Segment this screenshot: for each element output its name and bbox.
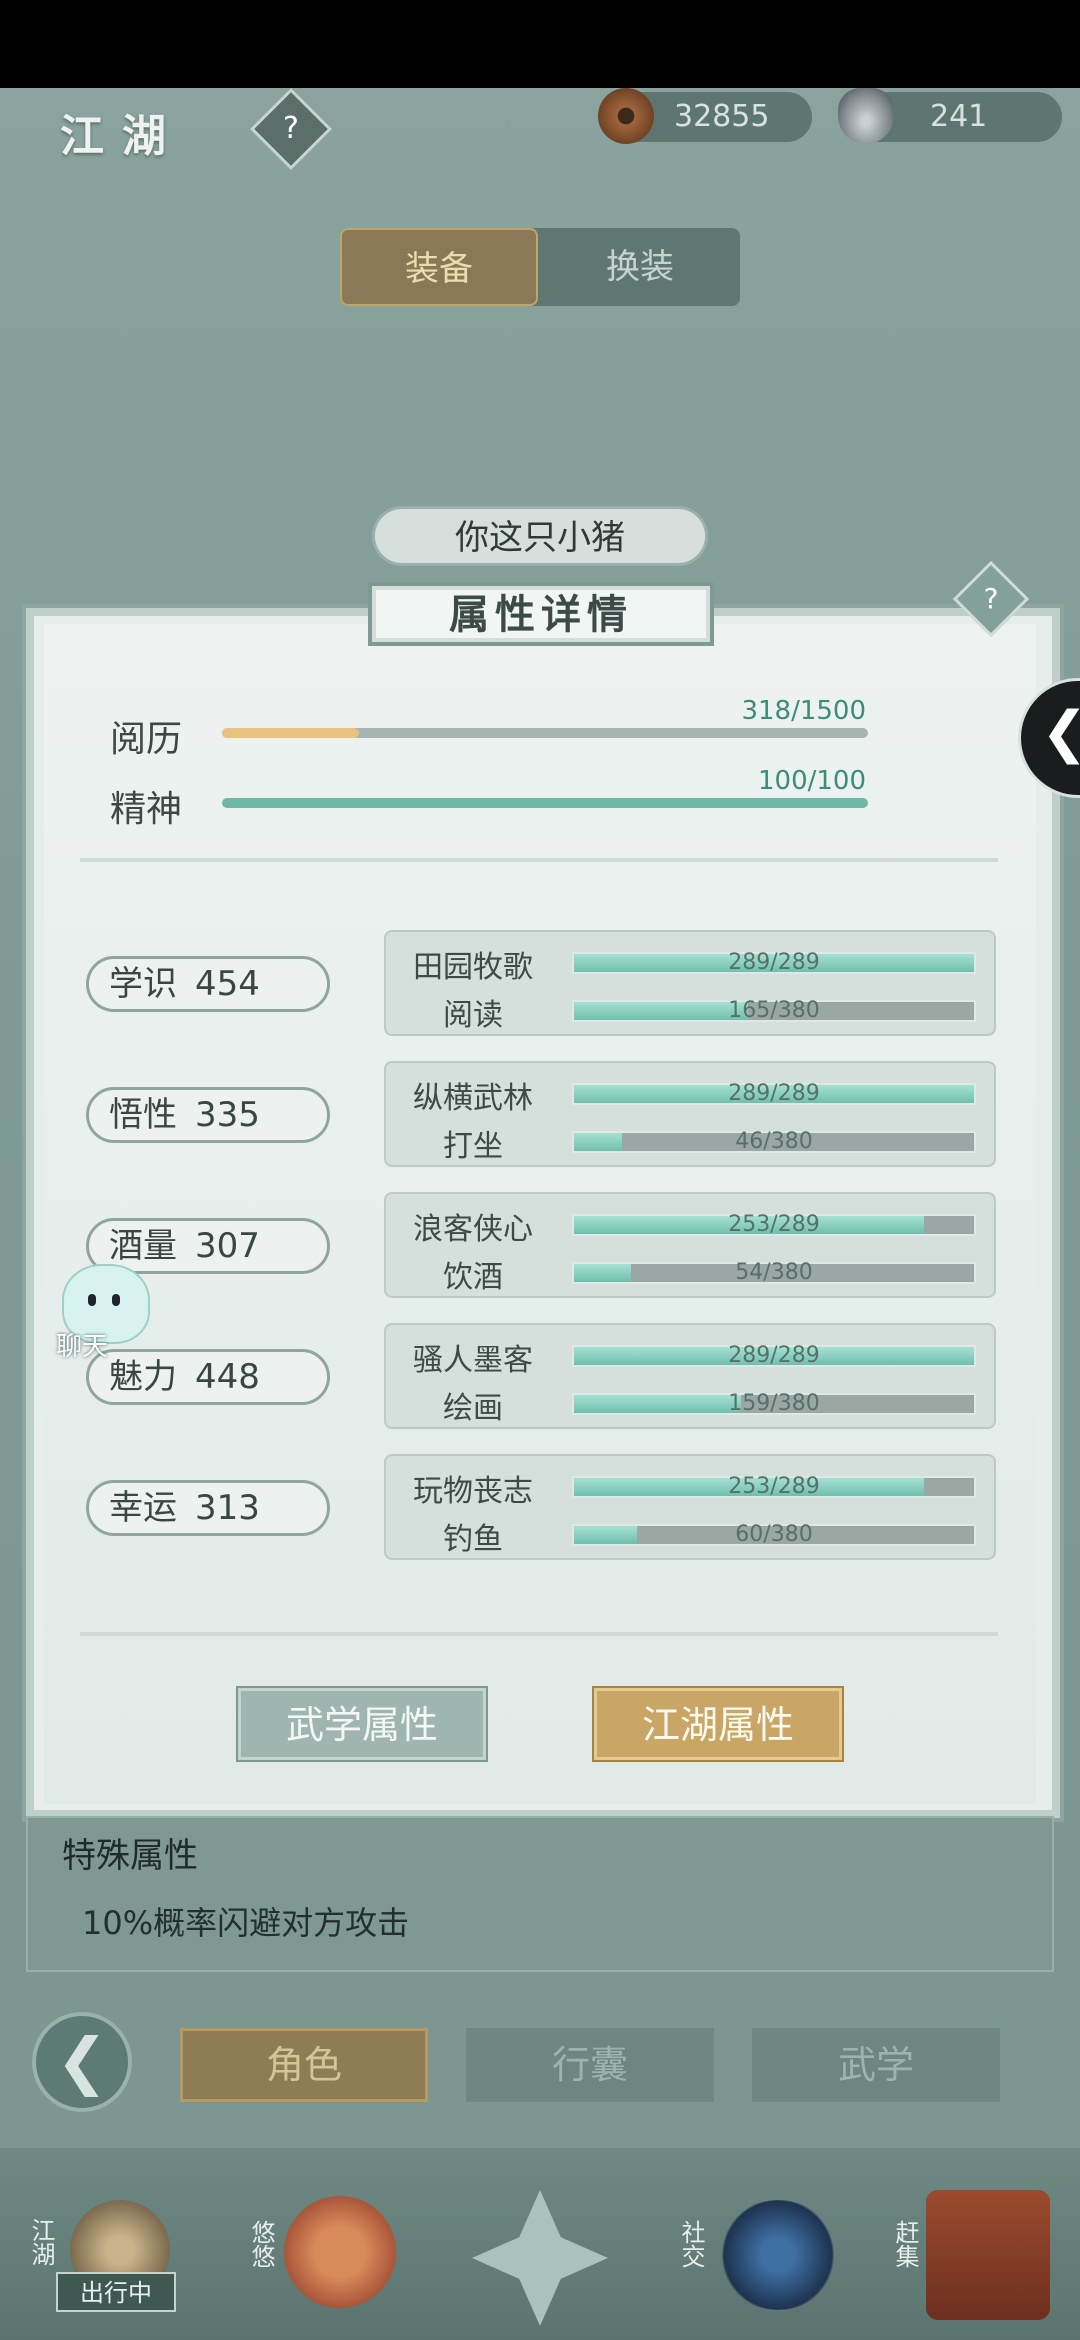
attribute-value: 335 [195,1095,260,1135]
skill-name: 打坐 [443,1129,503,1164]
skill-progress-value: 253/289 [728,1212,820,1237]
equip-tabs: 装备 换装 [340,228,740,306]
skill-progress-value: 46/380 [735,1129,813,1154]
skill-progress-bar: 253/289 [572,1214,976,1236]
spirit-value: 100/100 [757,766,866,796]
traveling-status-badge: 出行中 [56,2272,176,2312]
skill-progress-value: 289/289 [728,950,820,975]
attribute-value: 448 [195,1357,260,1397]
special-attributes-card: 特殊属性 10%概率闪避对方攻击 [26,1816,1054,1972]
attribute-label: 学识 [109,964,177,1004]
center-compass-button[interactable] [472,2190,608,2326]
nav-wuxue-button[interactable]: 武学 [752,2028,1000,2102]
chat-button[interactable]: 聊天 [46,1264,150,1364]
basket-art-icon [926,2190,1050,2320]
skill-progress-value: 289/289 [728,1081,820,1106]
bottom-nav-youyou[interactable]: 悠悠 [230,2180,410,2330]
attribute-value: 454 [195,964,260,1004]
skill-name: 玩物丧志 [413,1474,533,1509]
attribute-label: 酒量 [109,1226,177,1266]
spirit-label: 精神 [110,789,183,830]
bottom-nav-market-label: 赶集 [891,2220,919,2268]
skill-name: 饮酒 [443,1260,503,1295]
skill-group: 田园牧歌 289/289 阅读 165/380 [384,930,996,1036]
exp-bar [222,728,868,738]
wave-art-icon [716,2200,840,2310]
attribute-label: 幸运 [109,1488,177,1528]
skill-group: 纵横武林 289/289 打坐 46/380 [384,1061,996,1167]
skill-group: 骚人墨客 289/289 绘画 159/380 [384,1323,996,1429]
tab-outfit[interactable]: 换装 [540,228,740,306]
area-title: 江湖 [60,111,184,162]
swallow-art-icon [280,2192,400,2312]
silver-amount: 241 [930,99,988,134]
skill-progress-bar: 289/289 [572,1083,976,1105]
skill-progress-bar: 54/380 [572,1262,976,1284]
skill-name: 骚人墨客 [413,1343,533,1378]
attribute-pill[interactable]: 悟性 335 [86,1087,330,1143]
skill-name: 绘画 [443,1391,503,1426]
skill-progress-bar: 289/289 [572,1345,976,1367]
skill-progress-value: 159/380 [728,1391,820,1416]
skill-progress-value: 60/380 [735,1522,813,1547]
skill-group: 玩物丧志 253/289 钓鱼 60/380 [384,1454,996,1560]
exp-bar-fill [222,728,359,738]
chat-label: 聊天 [56,1332,109,1362]
status-bar [0,0,1080,88]
bottom-nav-youyou-label: 悠悠 [247,2220,275,2268]
attribute-label: 悟性 [109,1095,177,1135]
skill-group: 浪客侠心 253/289 饮酒 54/380 [384,1192,996,1298]
silver-ingot-icon [838,88,894,144]
skill-progress-bar: 159/380 [572,1393,976,1415]
copper-coin-icon [598,88,654,144]
copper-amount: 32855 [674,99,770,134]
spirit-bar [222,798,868,808]
skill-name: 田园牧歌 [413,950,533,985]
jianghu-attributes-button[interactable]: 江湖属性 [594,1688,842,1760]
skill-progress-value: 54/380 [735,1260,813,1285]
skill-progress-bar: 60/380 [572,1524,976,1546]
spirit-bar-fill [222,798,868,808]
panel-title: 属性详情 [368,582,714,646]
skill-name: 钓鱼 [443,1522,503,1557]
skill-progress-bar: 46/380 [572,1131,976,1153]
martial-attributes-button[interactable]: 武学属性 [238,1688,486,1760]
attribute-pill[interactable]: 幸运 313 [86,1480,330,1536]
skill-progress-bar: 165/380 [572,1000,976,1022]
exp-value: 318/1500 [741,696,866,726]
skill-progress-value: 165/380 [728,998,820,1023]
skill-name: 纵横武林 [413,1081,533,1116]
special-heading: 特殊属性 [62,1836,198,1876]
nav-bag-button[interactable]: 行囊 [466,2028,714,2102]
skill-name: 阅读 [443,998,503,1033]
special-description: 10%概率闪避对方攻击 [82,1904,410,1942]
silver-currency[interactable]: 241 [838,88,1062,144]
bottom-nav-social[interactable]: 社交 [660,2180,850,2330]
bottom-nav-social-label: 社交 [677,2220,705,2268]
character-name: 你这只小猪 [372,506,708,566]
attribute-pill[interactable]: 学识 454 [86,956,330,1012]
exp-label: 阅历 [110,719,183,760]
copper-currency[interactable]: 32855 [598,88,812,144]
skill-progress-value: 289/289 [728,1343,820,1368]
skill-name: 浪客侠心 [413,1212,533,1247]
skill-progress-value: 253/289 [728,1474,820,1499]
bottom-nav-jianghu-label: 江湖 [27,2218,55,2266]
bottom-nav-market[interactable]: 赶集 [876,2180,1076,2330]
divider [80,1632,998,1636]
nav-role-button[interactable]: 角色 [180,2028,428,2102]
skill-progress-bar: 253/289 [572,1476,976,1498]
back-button[interactable]: ❮ [32,2012,132,2112]
tab-equip[interactable]: 装备 [340,228,538,306]
divider [80,858,998,862]
attribute-value: 307 [195,1226,260,1266]
skill-progress-bar: 289/289 [572,952,976,974]
attribute-value: 313 [195,1488,260,1528]
chevron-left-icon: ❮ [1041,703,1080,763]
back-arrow-icon: ❮ [56,2024,108,2097]
